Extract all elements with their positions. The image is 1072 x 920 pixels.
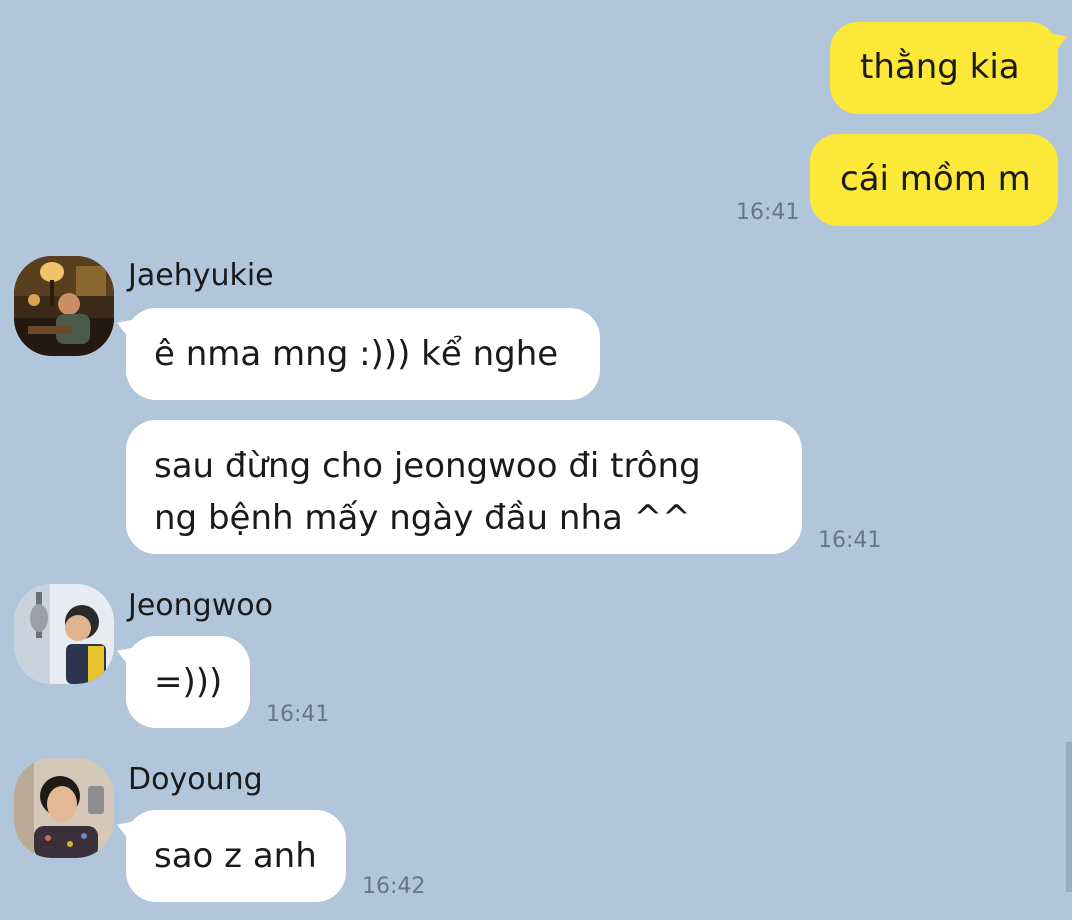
sender-name: Doyoung <box>128 762 263 797</box>
message-timestamp: 16:41 <box>736 200 800 225</box>
incoming-message-text: sau đừng cho jeongwoo đi trông <box>154 446 701 486</box>
incoming-message-text: =))) <box>154 662 223 702</box>
incoming-message-bubble[interactable]: ê nma mng :))) kể nghe <box>126 308 600 400</box>
incoming-message-bubble[interactable]: sao z anh <box>126 810 346 902</box>
sender-name: Jaehyukie <box>128 258 274 293</box>
chat-view: thằng kia cái mồm m 16:41 Jaehyukie ê nm… <box>0 0 1072 920</box>
mirror-selfie-photo-icon <box>14 758 114 858</box>
message-timestamp: 16:41 <box>818 528 882 553</box>
outgoing-message-text: thằng kia <box>860 47 1020 87</box>
incoming-message-text: sao z anh <box>154 836 317 876</box>
avatar[interactable] <box>14 256 114 356</box>
studio-mic-photo-icon <box>14 584 114 684</box>
message-timestamp: 16:41 <box>266 702 330 727</box>
avatar[interactable] <box>14 758 114 858</box>
message-timestamp: 16:42 <box>362 874 426 899</box>
incoming-message-bubble[interactable]: sau đừng cho jeongwoo đi trông ng bệnh m… <box>126 420 802 554</box>
outgoing-message-bubble[interactable]: cái mồm m <box>810 134 1058 226</box>
outgoing-message-text: cái mồm m <box>840 159 1031 199</box>
outgoing-message-bubble[interactable]: thằng kia <box>830 22 1058 114</box>
incoming-message-text: ê nma mng :))) kể nghe <box>154 334 559 374</box>
avatar[interactable] <box>14 584 114 684</box>
scrollbar[interactable] <box>1066 742 1072 892</box>
incoming-message-bubble[interactable]: =))) <box>126 636 250 728</box>
lamp-room-photo-icon <box>14 256 114 356</box>
sender-name: Jeongwoo <box>128 588 273 623</box>
incoming-message-text: ng bệnh mấy ngày đầu nha ^^ <box>154 498 691 538</box>
